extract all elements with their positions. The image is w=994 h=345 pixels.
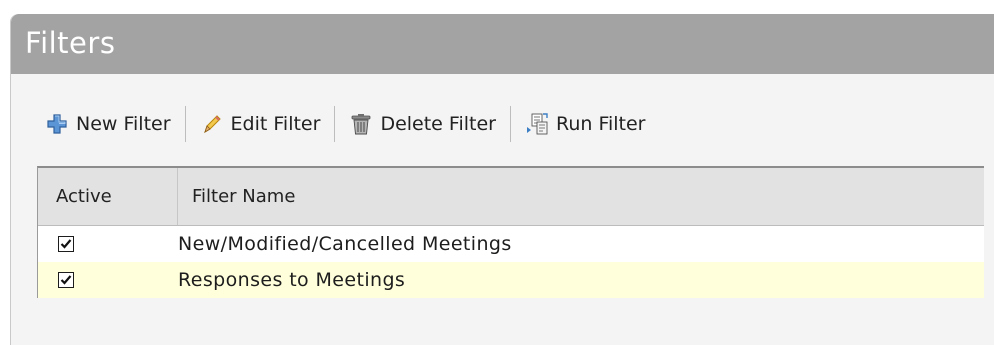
table-row[interactable]: New/Modified/Cancelled Meetings (38, 226, 984, 262)
toolbar-divider (334, 106, 336, 142)
new-filter-label: New Filter (76, 113, 171, 135)
column-header-active[interactable]: Active (38, 168, 178, 225)
table-row[interactable]: Responses to Meetings (38, 262, 984, 298)
delete-filter-label: Delete Filter (380, 113, 496, 135)
run-filter-button[interactable]: Run Filter (525, 105, 646, 143)
run-filter-icon (525, 112, 549, 136)
column-header-filter-name[interactable]: Filter Name (178, 168, 295, 225)
active-cell (38, 272, 178, 288)
filter-name: Responses to Meetings (178, 269, 406, 291)
plus-icon (45, 112, 69, 136)
active-checkbox[interactable] (58, 272, 74, 288)
run-filter-label: Run Filter (555, 113, 646, 135)
panel-header: Filters (11, 14, 994, 74)
filter-name: New/Modified/Cancelled Meetings (178, 233, 512, 255)
active-cell (38, 236, 178, 252)
delete-filter-button[interactable]: Delete Filter (349, 105, 496, 143)
trash-icon (349, 112, 373, 136)
new-filter-button[interactable]: New Filter (45, 105, 171, 143)
pencil-icon (200, 112, 224, 136)
active-checkbox[interactable] (58, 236, 74, 252)
table-header: Active Filter Name (38, 168, 984, 226)
edit-filter-button[interactable]: Edit Filter (200, 105, 321, 143)
filters-table: Active Filter Name New/Modified/Cancelle… (37, 166, 984, 298)
edit-filter-label: Edit Filter (230, 113, 321, 135)
filter-toolbar: New Filter Edit Filter Delete Filter Run… (45, 105, 646, 143)
toolbar-divider (509, 106, 511, 142)
panel-title: Filters (25, 26, 116, 60)
toolbar-divider (184, 106, 186, 142)
